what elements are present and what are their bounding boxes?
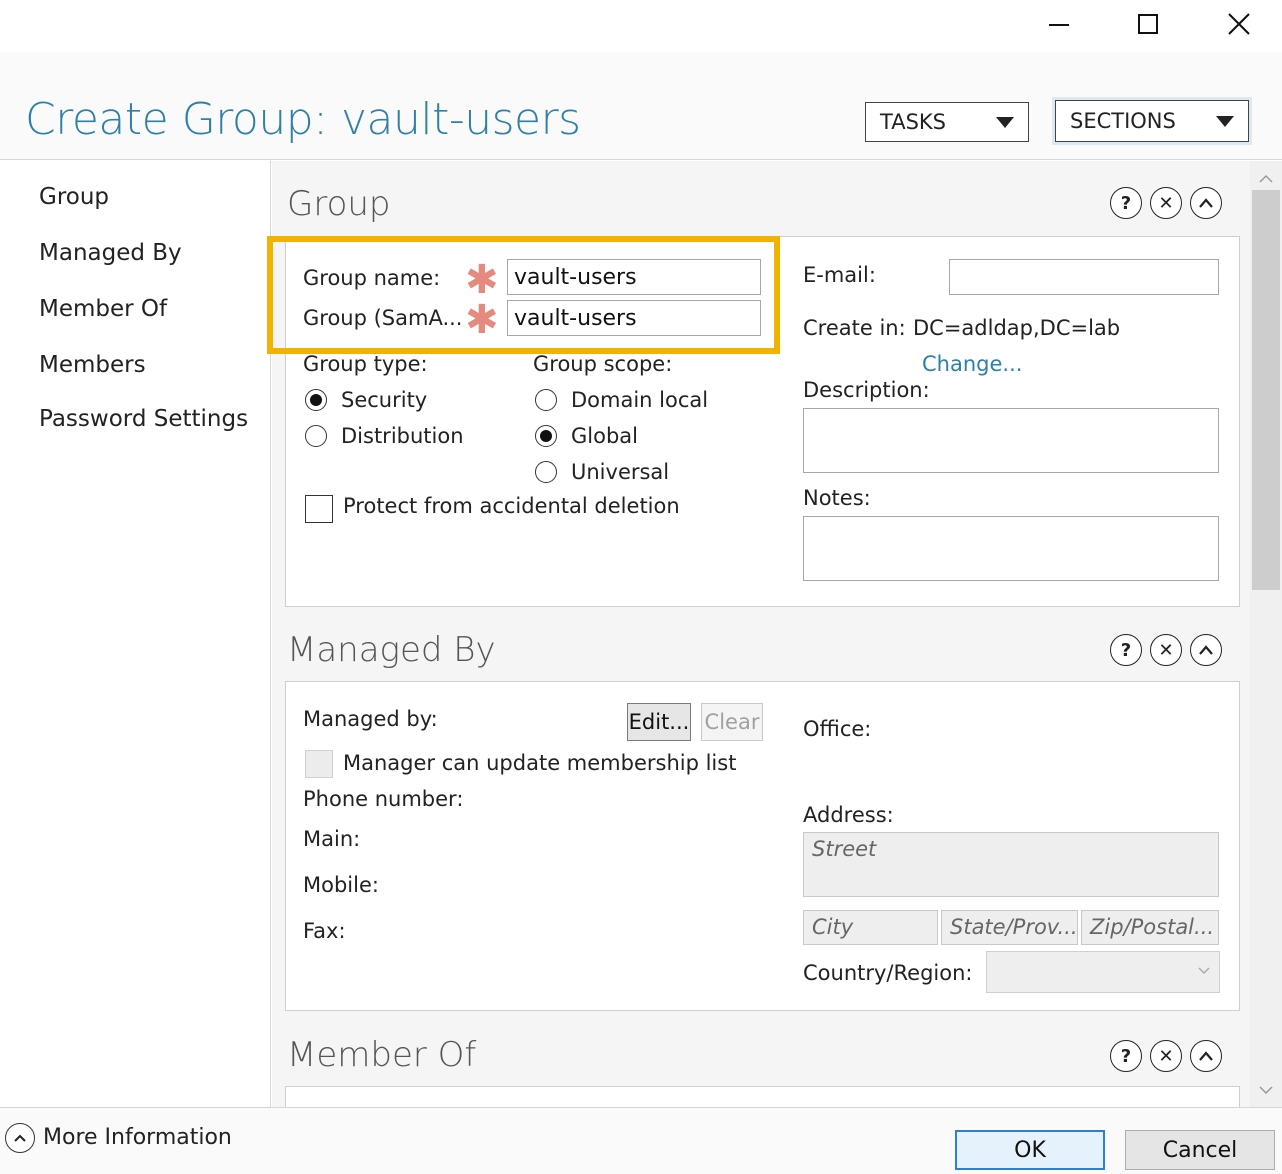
cancel-button[interactable]: Cancel [1125,1130,1275,1170]
chevron-down-icon [1259,1086,1273,1095]
state-field[interactable]: State/Prov... [941,910,1078,945]
protect-label: Protect from accidental deletion [343,494,680,518]
change-link[interactable]: Change... [922,352,1022,376]
create-in-label: Create in: [803,316,906,340]
sam-account-label: Group (SamA... [303,306,463,330]
more-info-label[interactable]: More Information [43,1125,232,1150]
zip-field[interactable]: Zip/Postal... [1081,910,1219,945]
minimize-button[interactable] [1036,6,1082,42]
clear-button[interactable]: Clear [701,703,763,741]
manager-update-label: Manager can update membership list [343,751,737,775]
close-section-icon[interactable]: ✕ [1150,1040,1182,1072]
radio-domain-local[interactable] [535,389,557,411]
highlight-box [267,236,780,354]
scrollbar-thumb[interactable] [1252,190,1280,590]
radio-domain-local-label: Domain local [571,388,709,412]
notes-label: Notes: [803,486,871,510]
group-section-title: Group [287,184,391,224]
manager-update-checkbox[interactable] [305,750,333,778]
address-label: Address: [803,803,894,827]
sections-dropdown[interactable]: SECTIONS [1055,100,1249,142]
main-phone-label: Main: [303,827,361,851]
nav-item-password-settings[interactable]: Password Settings [39,406,248,432]
managed-by-section-icons: ? ✕ [1110,634,1222,666]
collapse-icon[interactable] [1190,187,1222,219]
member-of-section-title: Member Of [287,1035,477,1075]
notes-textarea[interactable] [803,516,1219,581]
more-info-toggle-icon[interactable] [5,1123,35,1153]
collapse-icon[interactable] [1190,1040,1222,1072]
window-titlebar [0,0,1282,52]
close-icon [1228,13,1250,35]
close-window-button[interactable] [1216,6,1262,42]
close-section-icon[interactable]: ✕ [1150,634,1182,666]
group-name-input[interactable]: vault-users [507,259,761,295]
member-of-section-icons: ? ✕ [1110,1040,1222,1072]
radio-distribution[interactable] [305,425,327,447]
email-label: E-mail: [803,263,876,287]
radio-global-label: Global [571,424,638,448]
nav-item-member-of[interactable]: Member Of [39,296,167,322]
chevron-down-icon [996,116,1014,128]
country-label: Country/Region: [803,961,973,985]
ok-button[interactable]: OK [955,1130,1105,1170]
collapse-icon[interactable] [1190,634,1222,666]
radio-universal[interactable] [535,461,557,483]
page-title: Create Group: vault-users [25,94,581,145]
group-scope-label: Group scope: [533,352,673,376]
close-section-icon[interactable]: ✕ [1150,187,1182,219]
maximize-button[interactable] [1125,6,1171,42]
office-label: Office: [803,717,872,741]
group-type-label: Group type: [303,352,428,376]
required-icon: ✱ [465,297,499,343]
radio-universal-label: Universal [571,460,670,484]
nav-item-group[interactable]: Group [39,184,109,210]
maximize-icon [1138,14,1158,34]
chevron-up-icon [1259,174,1273,183]
radio-global[interactable] [535,425,557,447]
phone-number-label: Phone number: [303,787,464,811]
help-icon[interactable]: ? [1110,187,1142,219]
sam-account-input[interactable]: vault-users [507,300,761,336]
nav-item-members[interactable]: Members [39,352,146,378]
tasks-label: TASKS [880,110,946,134]
group-section-icons: ? ✕ [1110,187,1222,219]
sections-label: SECTIONS [1070,109,1176,133]
nav-item-managed-by[interactable]: Managed By [39,240,182,266]
managed-by-section-title: Managed By [287,630,496,670]
help-icon[interactable]: ? [1110,634,1142,666]
protect-checkbox[interactable] [305,495,333,523]
chevron-down-icon [1216,115,1234,127]
minimize-icon [1049,24,1069,26]
description-textarea[interactable] [803,408,1219,473]
managed-by-label: Managed by: [303,707,438,731]
street-field[interactable]: Street [803,832,1219,897]
create-in-value: DC=adldap,DC=lab [913,316,1121,340]
help-icon[interactable]: ? [1110,1040,1142,1072]
chevron-down-icon [1198,967,1210,975]
edit-button[interactable]: Edit... [627,703,691,741]
required-icon: ✱ [465,257,499,303]
mobile-phone-label: Mobile: [303,873,379,897]
country-dropdown[interactable] [986,951,1220,993]
radio-distribution-label: Distribution [341,424,464,448]
city-field[interactable]: City [803,910,938,945]
scroll-up-arrow[interactable] [1250,165,1282,193]
radio-security[interactable] [305,389,327,411]
fax-label: Fax: [303,919,346,943]
radio-security-label: Security [341,388,428,412]
scroll-down-arrow[interactable] [1250,1076,1282,1104]
group-name-label: Group name: [303,266,441,290]
tasks-dropdown[interactable]: TASKS [865,102,1029,142]
email-input[interactable] [949,259,1219,295]
description-label: Description: [803,378,930,402]
